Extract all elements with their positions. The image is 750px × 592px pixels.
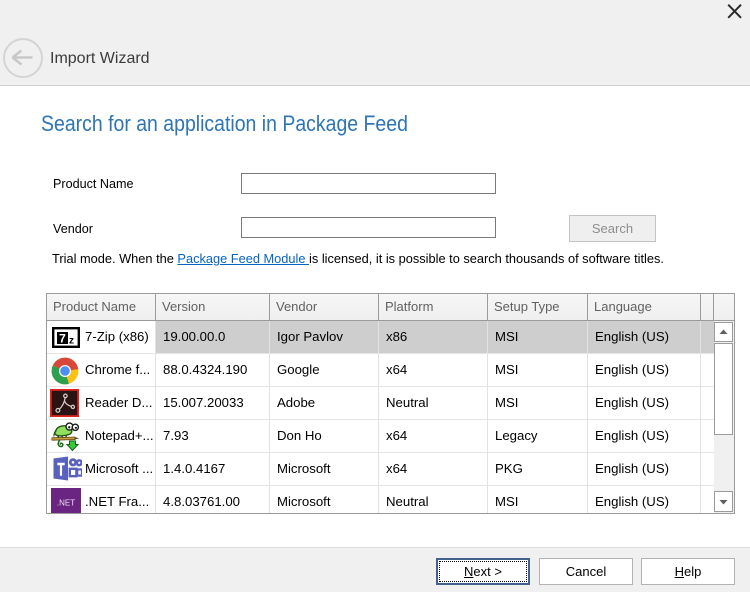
- svg-text:7: 7: [59, 332, 66, 346]
- svg-text:z: z: [69, 336, 74, 347]
- svg-text:.NET: .NET: [57, 499, 75, 508]
